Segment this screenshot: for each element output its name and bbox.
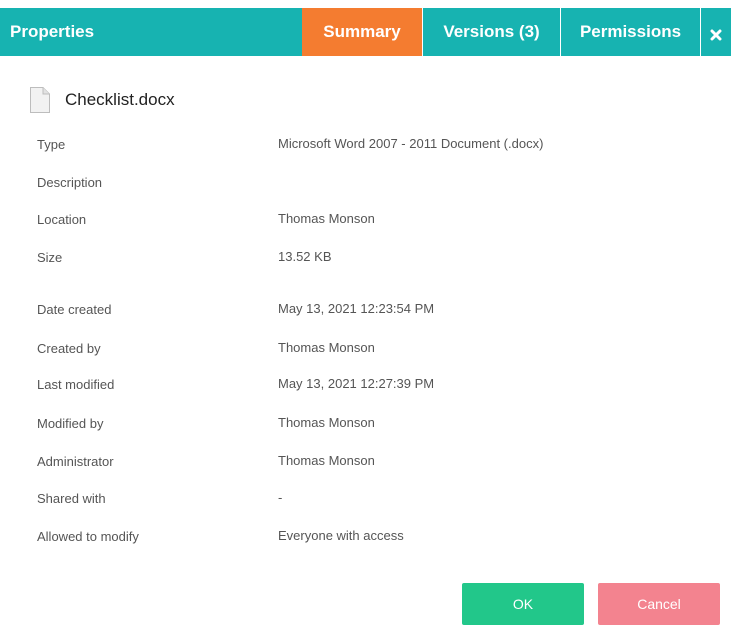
property-value: Thomas Monson bbox=[278, 340, 375, 355]
close-button[interactable] bbox=[700, 8, 731, 56]
property-value: Everyone with access bbox=[278, 528, 404, 543]
ok-button[interactable]: OK bbox=[462, 583, 584, 625]
property-label: Administrator bbox=[37, 454, 114, 469]
property-value: Thomas Monson bbox=[278, 453, 375, 468]
cancel-button[interactable]: Cancel bbox=[598, 583, 720, 625]
property-label: Last modified bbox=[37, 377, 115, 392]
close-icon bbox=[710, 29, 722, 41]
property-value: Thomas Monson bbox=[278, 415, 375, 430]
document-icon bbox=[30, 87, 50, 113]
dialog-title: Properties bbox=[10, 22, 95, 41]
property-label: Allowed to modify bbox=[37, 529, 139, 544]
property-label: Location bbox=[37, 212, 87, 227]
property-label: Type bbox=[37, 137, 66, 152]
property-label: Modified by bbox=[37, 416, 104, 431]
property-value: Thomas Monson bbox=[278, 211, 375, 226]
tab-permissions[interactable]: Permissions bbox=[560, 8, 700, 56]
property-value: - bbox=[278, 490, 283, 505]
property-value: May 13, 2021 12:23:54 PM bbox=[278, 301, 435, 316]
property-value: Microsoft Word 2007 - 2011 Document (.do… bbox=[278, 136, 544, 151]
property-label: Shared with bbox=[37, 491, 106, 506]
property-label: Date created bbox=[37, 302, 112, 317]
tab-summary[interactable]: Summary bbox=[302, 8, 422, 56]
property-label: Size bbox=[37, 250, 63, 265]
properties-header: Properties Summary Versions (3) Permissi… bbox=[0, 8, 731, 56]
property-value: 13.52 KB bbox=[278, 249, 332, 264]
tab-versions[interactable]: Versions (3) bbox=[422, 8, 560, 56]
property-label: Description bbox=[37, 175, 103, 190]
property-label: Created by bbox=[37, 341, 101, 356]
file-name: Checklist.docx bbox=[65, 90, 175, 109]
property-value: May 13, 2021 12:27:39 PM bbox=[278, 376, 435, 391]
